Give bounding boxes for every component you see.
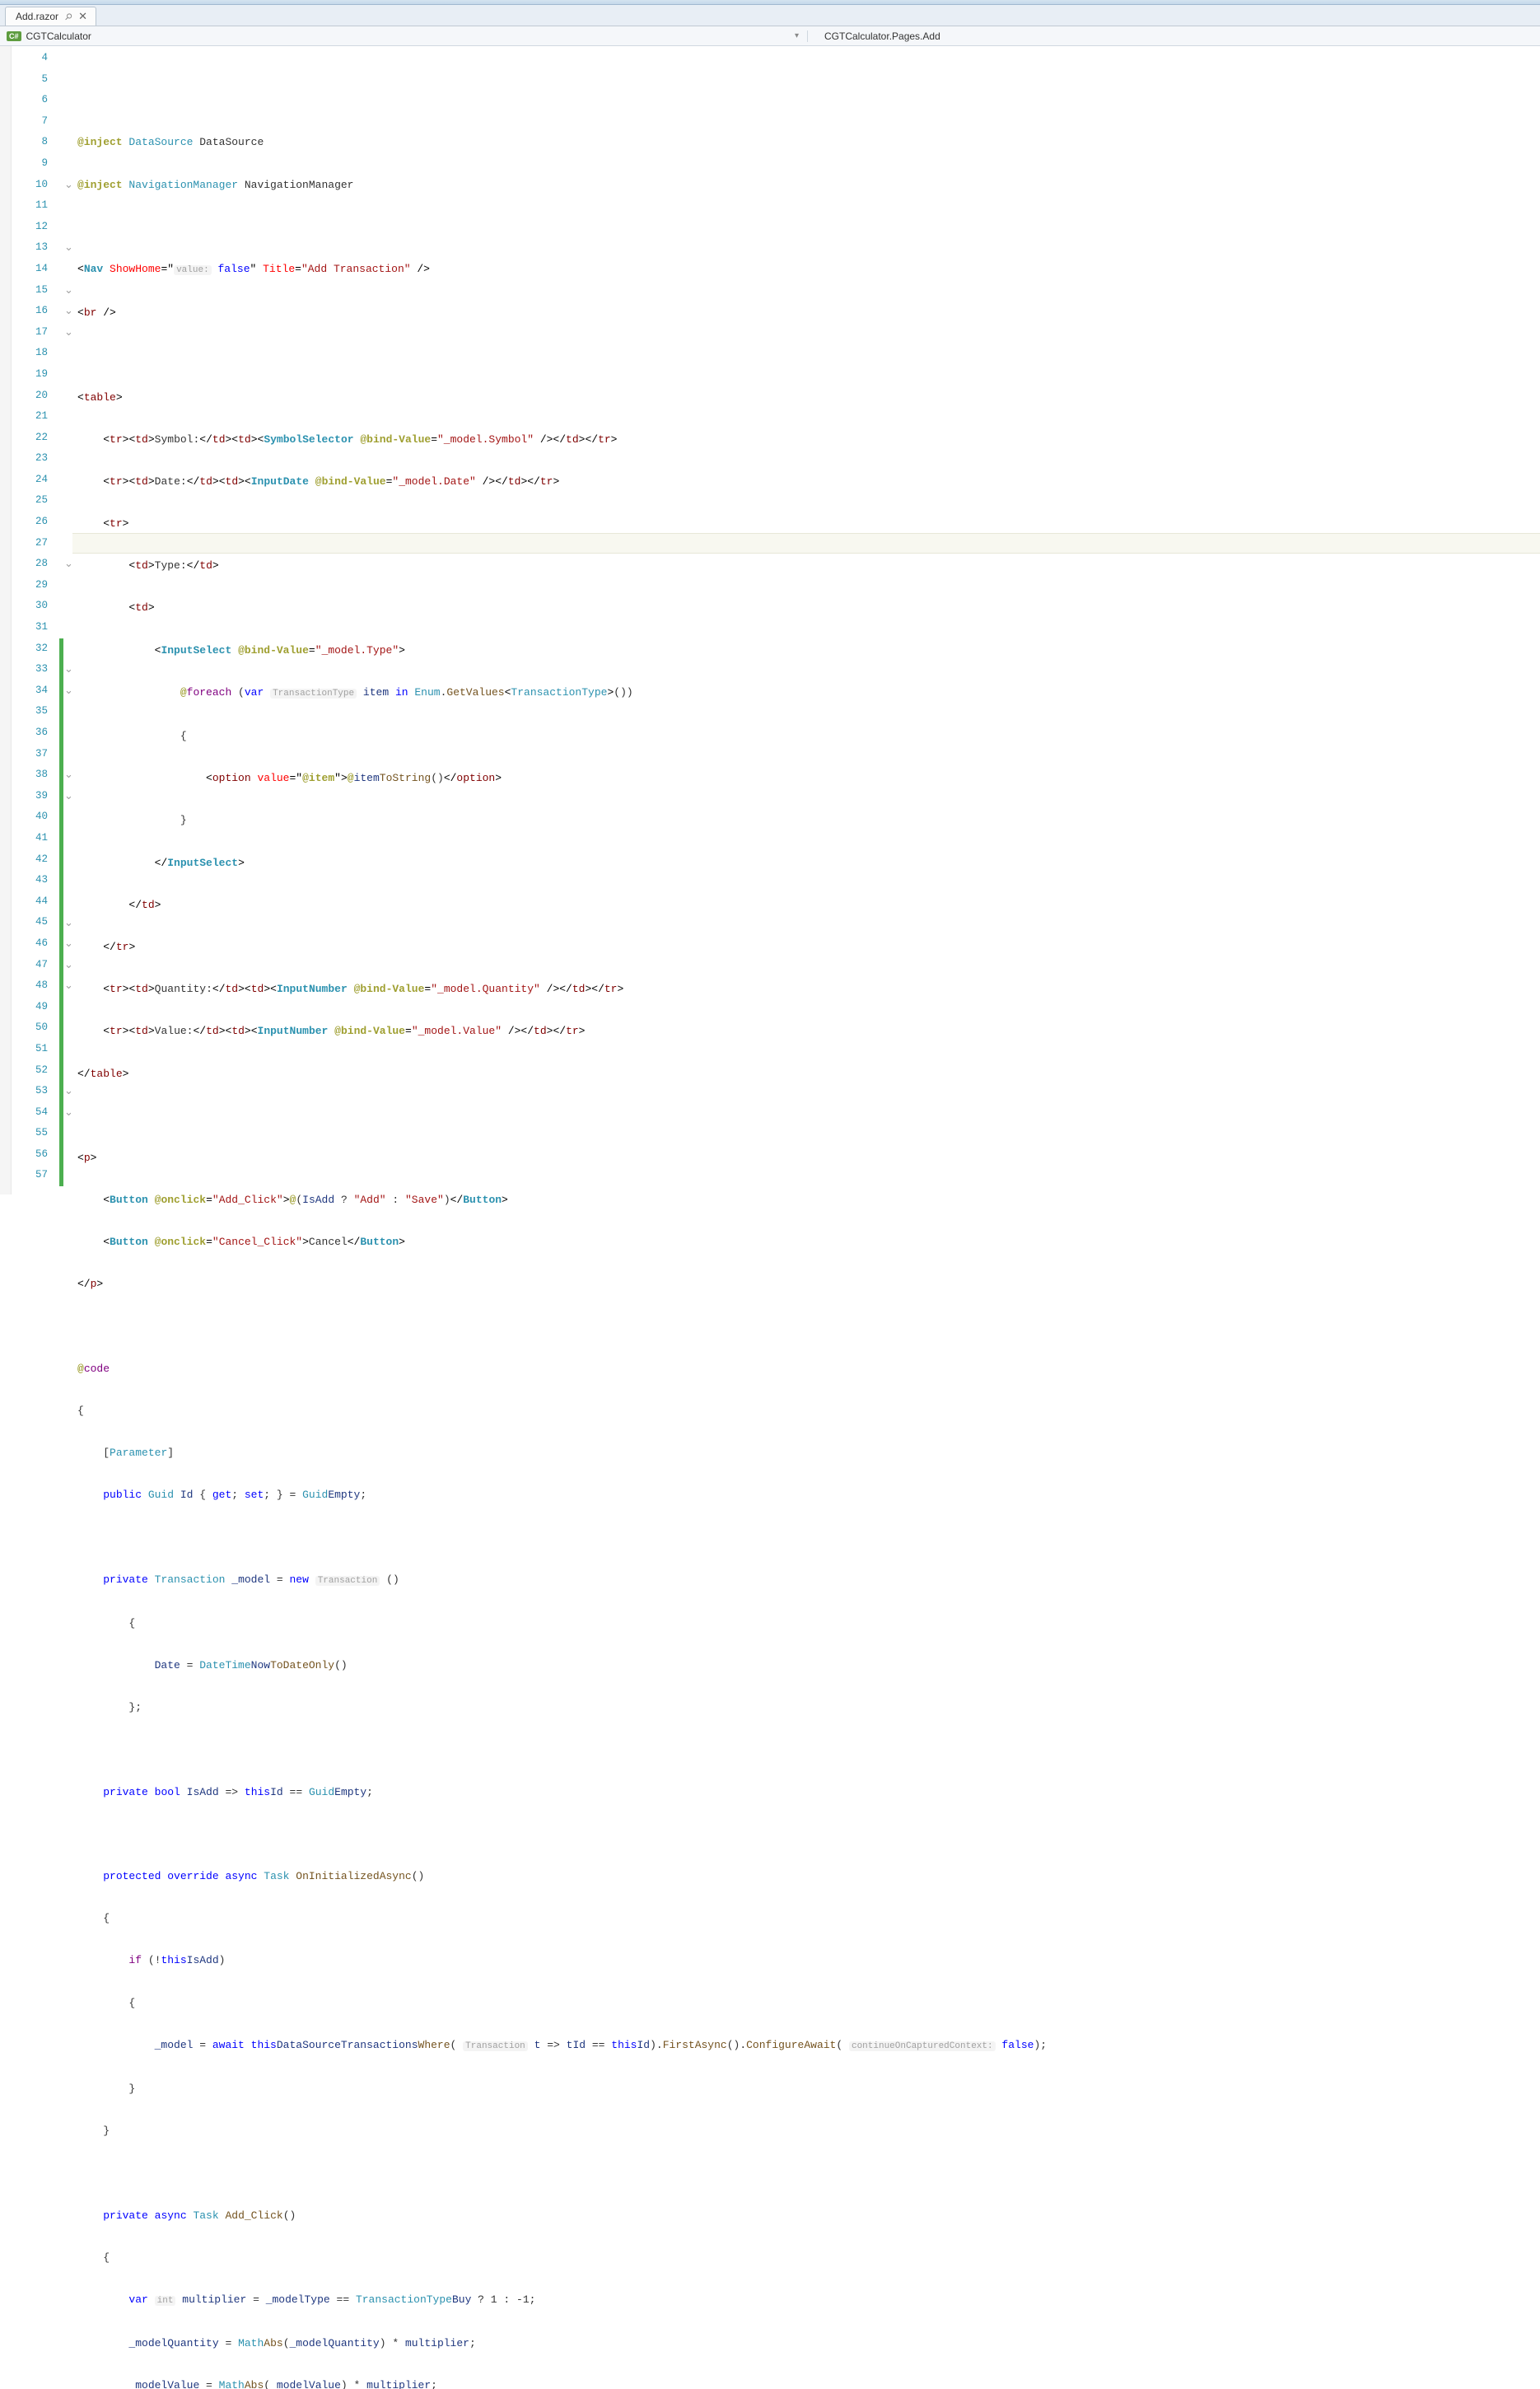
fold-margin: ⌄⌄⌄⌄⌄⌄⌄⌄⌄⌄⌄⌄⌄⌄⌄⌄ — [64, 46, 77, 1194]
line-number-gutter: 4567891011121314151617181920212223242526… — [12, 46, 59, 1194]
type-name: CGTCalculator — [26, 30, 91, 42]
chevron-down-icon: ▾ — [795, 31, 799, 40]
file-tab[interactable]: Add.razor ⚲ ✕ — [5, 7, 96, 26]
code-editor[interactable]: 4567891011121314151617181920212223242526… — [0, 46, 1540, 1194]
csharp-badge-icon: C# — [7, 31, 21, 41]
pin-icon[interactable]: ⚲ — [63, 11, 75, 23]
type-dropdown[interactable]: C# CGTCalculator ▾ — [0, 30, 807, 42]
member-name: CGTCalculator.Pages.Add — [824, 30, 940, 42]
tab-title: Add.razor — [16, 11, 58, 22]
member-dropdown[interactable]: CGTCalculator.Pages.Add — [807, 30, 1540, 42]
close-icon[interactable]: ✕ — [78, 10, 87, 23]
breadcrumb-bar: C# CGTCalculator ▾ CGTCalculator.Pages.A… — [0, 26, 1540, 46]
code-area[interactable]: @inject DataSource DataSource @inject Na… — [77, 46, 1540, 1194]
tab-bar: Add.razor ⚲ ✕ — [0, 5, 1540, 26]
marker-margin — [0, 46, 12, 1194]
